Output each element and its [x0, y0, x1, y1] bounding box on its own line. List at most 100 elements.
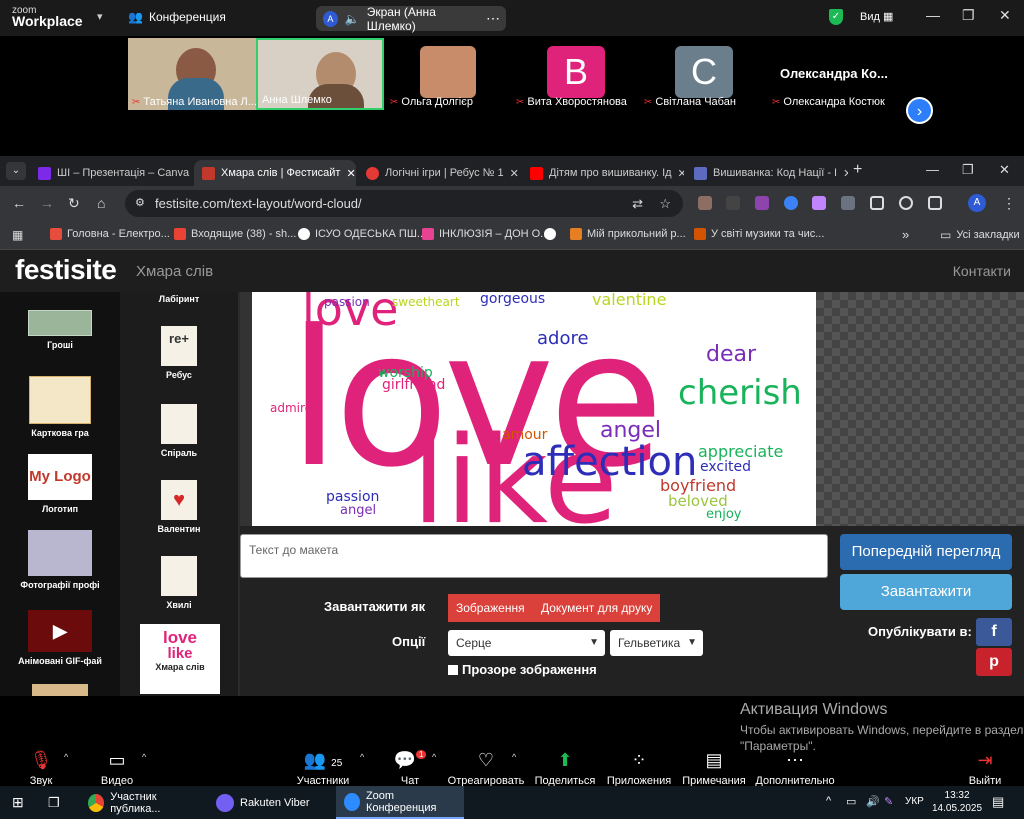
close-icon[interactable]: ✕	[346, 167, 355, 180]
view-button[interactable]: Вид ▦	[860, 10, 893, 23]
task-view-button[interactable]: ❐	[40, 786, 68, 819]
tab-youtube[interactable]: Дітям про вишиванку. Ід ✕	[522, 160, 684, 186]
layout-more[interactable]	[0, 684, 120, 696]
layout-card[interactable]: Карткова гра	[0, 376, 120, 438]
contacts-link[interactable]: Контакти	[953, 263, 1011, 279]
url-input[interactable]: ⚙ festisite.com/text-layout/word-cloud/ …	[125, 190, 683, 217]
profile-avatar[interactable]: A	[968, 194, 986, 212]
layout-money[interactable]: Гроші	[0, 310, 120, 350]
participant-tile[interactable]: ✂ Ольга Долгієр	[384, 38, 512, 110]
tab-search-icon[interactable]: ⌄	[6, 162, 26, 180]
extension-icon[interactable]	[726, 196, 740, 210]
tab-festisite[interactable]: Хмара слів | Фестисайт ✕	[194, 160, 356, 186]
media-icon[interactable]	[899, 196, 913, 210]
format-print-button[interactable]: Документ для друку	[533, 594, 661, 622]
chevron-down-icon[interactable]: ▾	[97, 10, 103, 23]
bookmark-item[interactable]: Мій прикольний р...	[570, 228, 686, 240]
extension-icon[interactable]	[812, 196, 826, 210]
site-logo[interactable]: festisite	[15, 254, 117, 286]
extension-icon[interactable]	[698, 196, 712, 210]
tab-vyshyvanka[interactable]: Вишиванка: Код Нації - І ✕	[686, 160, 848, 186]
bookmark-item[interactable]: У світі музики та чис...	[694, 228, 824, 240]
volume-icon[interactable]: 🔊	[866, 795, 880, 808]
video-button[interactable]: ▭ Видео	[72, 750, 162, 787]
taskbar-zoom[interactable]: Zoom Конференция	[336, 786, 464, 819]
font-select[interactable]: Гельветика ▼	[610, 630, 703, 656]
close-icon[interactable]: ✕	[510, 167, 519, 180]
participant-tile[interactable]: Олександра Ко... ✂ Олександра Костюк	[768, 38, 896, 110]
format-image-button[interactable]: Зображення	[448, 594, 533, 622]
back-icon[interactable]: ←	[12, 195, 26, 211]
chevron-up-icon[interactable]: ^	[142, 752, 146, 762]
notes-button[interactable]: ▤ Примечания	[669, 750, 759, 787]
more-button[interactable]: ⋯ Дополнительно	[750, 750, 840, 787]
facebook-icon[interactable]: f	[976, 618, 1012, 646]
apps-icon[interactable]: ▦	[12, 228, 23, 242]
reload-icon[interactable]: ↻	[68, 195, 80, 212]
participant-tile-active[interactable]: Анна Шлемко	[256, 38, 384, 110]
clock[interactable]: 13:32 14.05.2025	[932, 789, 982, 815]
notifications-icon[interactable]: ▤	[992, 794, 1004, 810]
chevron-up-icon[interactable]: ^	[64, 752, 68, 762]
participant-tile[interactable]: ✂ Татьяна Ивановна Л...	[128, 38, 256, 110]
close-icon[interactable]: ✕	[678, 167, 684, 180]
bookmark-item[interactable]: ІСУО ОДЕСЬКА ПШ...	[298, 228, 426, 240]
transparent-checkbox[interactable]	[448, 664, 458, 675]
network-icon[interactable]: ▭	[846, 795, 856, 808]
close-icon[interactable]: ✕	[843, 167, 848, 180]
preview-button[interactable]: Попередній перегляд	[840, 534, 1012, 570]
screen-share-indicator[interactable]: A 🔈 Экран (Анна Шлемко) ⋯	[316, 5, 506, 33]
shape-select[interactable]: Серце ▼	[448, 630, 605, 656]
new-tab-icon[interactable]: +	[853, 161, 862, 179]
more-icon[interactable]: ⋯	[486, 10, 500, 27]
bookmark-item[interactable]	[544, 228, 561, 240]
layout-logo[interactable]: My Logo Логотип	[0, 454, 120, 514]
extension-icon[interactable]	[841, 196, 855, 210]
taskbar-viber[interactable]: Rakuten Viber	[208, 786, 334, 819]
next-page-button[interactable]: ›	[906, 97, 933, 124]
layout-rebus[interactable]: re+ Ребус	[120, 326, 238, 380]
star-icon[interactable]: ☆	[659, 190, 671, 217]
site-info-icon[interactable]: ⚙	[135, 190, 145, 217]
bookmark-item[interactable]: ІНКЛЮЗІЯ – ДОН О...	[422, 228, 549, 240]
restore-icon[interactable]: ❐	[962, 162, 974, 178]
minimize-icon[interactable]: —	[926, 7, 940, 23]
layout-maze[interactable]: Лабіринт	[120, 294, 238, 304]
chevron-up-icon[interactable]: ^	[432, 752, 436, 762]
download-button[interactable]: Завантажити	[840, 574, 1012, 610]
minimize-icon[interactable]: —	[926, 162, 939, 177]
bookmark-item[interactable]: Входящие (38) - sh...	[174, 228, 296, 240]
shield-icon[interactable]: ✓	[829, 9, 843, 25]
participant-tile[interactable]: С ✂ Світлана Чабан	[640, 38, 768, 110]
all-bookmarks[interactable]: ▭ Усі закладки	[940, 228, 1020, 242]
home-icon[interactable]: ⌂	[97, 195, 105, 211]
pen-icon[interactable]: ✎	[884, 795, 893, 808]
tab-canva[interactable]: ШІ – Презентація – Canva ✕	[30, 160, 192, 186]
menu-icon[interactable]: ⋮	[1002, 195, 1016, 212]
leave-button[interactable]: ⇥ Выйти	[940, 750, 1024, 787]
forward-icon[interactable]: →	[40, 195, 54, 211]
participant-tile[interactable]: В ✂ Вита Хворостянова	[512, 38, 640, 110]
react-button[interactable]: ♡ Отреагировать	[441, 750, 531, 787]
translate-icon[interactable]: ⇄	[632, 190, 643, 217]
layout-gif[interactable]: ▶ Анімовані GIF-фай	[0, 610, 120, 666]
language-indicator[interactable]: УКР	[905, 796, 924, 807]
close-icon[interactable]: ✕	[999, 162, 1010, 178]
layout-profile[interactable]: Фотографії профі	[0, 530, 120, 590]
layout-valentine[interactable]: ♥ Валентин	[120, 480, 238, 534]
screenshot-icon[interactable]	[870, 196, 884, 210]
chevron-up-icon[interactable]: ^	[512, 752, 516, 762]
close-icon[interactable]: ✕	[999, 7, 1011, 24]
layout-text-input[interactable]: Текст до макета	[240, 534, 828, 578]
extension-icon[interactable]	[755, 196, 769, 210]
start-button[interactable]: ⊞	[4, 786, 32, 819]
chevron-up-icon[interactable]: ^	[360, 752, 364, 762]
layout-spiral[interactable]: Спіраль	[120, 404, 238, 458]
bookmark-item[interactable]: Головна - Електро...	[50, 228, 170, 240]
extension-icon[interactable]	[784, 196, 798, 210]
pinterest-icon[interactable]: p	[976, 648, 1012, 676]
layout-waves[interactable]: Хвилі	[120, 556, 238, 610]
extensions-puzzle-icon[interactable]	[928, 196, 942, 210]
tab-rebus[interactable]: Логічні ігри | Ребус № 1 ✕	[358, 160, 520, 186]
layout-word-cloud-selected[interactable]: love like Хмара слів	[140, 624, 220, 694]
